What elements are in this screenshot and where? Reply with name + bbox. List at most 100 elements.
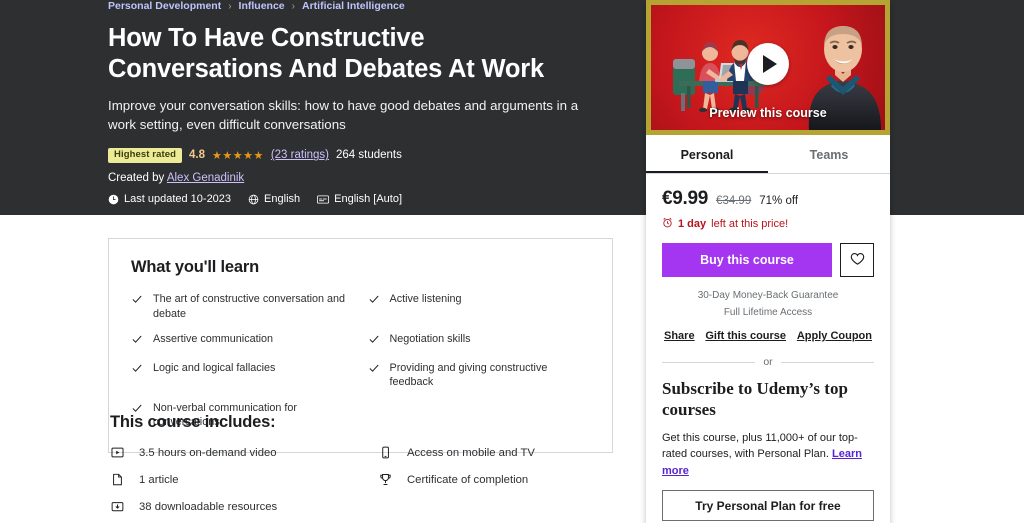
original-price: €34.99: [716, 195, 752, 207]
list-item-label: Active listening: [389, 293, 462, 305]
list-item-label: Certificate of completion: [407, 473, 529, 486]
breadcrumb-separator-icon: ›: [228, 1, 232, 12]
students-count: 264 students: [336, 149, 402, 162]
check-icon: [368, 333, 380, 350]
check-icon: [131, 333, 143, 350]
last-updated-meta: Last updated 10-2023: [108, 193, 231, 205]
tab-personal[interactable]: Personal: [646, 135, 768, 173]
trophy-icon: [378, 473, 392, 486]
list-item-label: Access on mobile and TV: [407, 446, 535, 459]
try-personal-plan-button[interactable]: Try Personal Plan for free: [662, 490, 874, 521]
list-item: 3.5 hours on-demand video: [110, 446, 368, 459]
instructor-link[interactable]: Alex Genadinik: [167, 172, 244, 184]
share-links-row: Share Gift this course Apply Coupon: [662, 330, 874, 342]
breadcrumb: Personal Development › Influence › Artif…: [108, 0, 608, 13]
deadline-rest: left at this price!: [711, 218, 789, 230]
language-meta: English: [248, 193, 300, 205]
course-landing-page: Personal Development › Influence › Artif…: [0, 0, 1024, 523]
closed-caption-icon: [317, 194, 330, 205]
star-rating-icon: ★★★★★: [212, 149, 264, 162]
or-label: or: [763, 356, 773, 368]
subscribe-title: Subscribe to Udemy’s top courses: [662, 379, 848, 420]
rating-row: Highest rated 4.8 ★★★★★ (23 ratings) 264…: [108, 147, 608, 164]
preview-label: Preview this course: [709, 106, 827, 120]
play-button[interactable]: [747, 42, 789, 85]
list-item: Providing and giving constructive feedba…: [368, 361, 591, 390]
breadcrumb-item-2[interactable]: Artificial Intelligence: [302, 0, 405, 13]
hero-content: Personal Development › Influence › Artif…: [108, 0, 608, 205]
lifetime-access: Full Lifetime Access: [723, 307, 813, 318]
gift-this-course-link[interactable]: Gift this course: [705, 330, 786, 342]
deadline-notice: 1 day left at this price!: [662, 217, 874, 231]
alarm-clock-icon: [662, 217, 673, 231]
purchase-sidebar: Preview this course Personal Teams €9.99…: [646, 0, 890, 523]
deadline-strong: 1 day: [678, 218, 707, 230]
course-includes-section: This course includes: 3.5 hours on-deman…: [110, 413, 615, 513]
captions-text: English [Auto]: [334, 193, 402, 206]
subscribe-description-text: Get this course, plus 11,000+ of our top…: [662, 431, 858, 461]
discount-percent: 71% off: [759, 195, 799, 207]
video-icon: [110, 446, 124, 459]
buy-this-course-button[interactable]: Buy this course: [662, 243, 832, 277]
apply-coupon-link[interactable]: Apply Coupon: [797, 330, 872, 342]
share-link[interactable]: Share: [664, 330, 695, 342]
breadcrumb-item-0[interactable]: Personal Development: [108, 0, 221, 13]
breadcrumb-item-1[interactable]: Influence: [239, 0, 285, 13]
list-item-label: Logic and logical fallacies: [153, 361, 276, 374]
created-by-row: Created by Alex Genadinik: [108, 172, 608, 184]
list-item-label: Providing and giving constructive feedba…: [389, 361, 548, 389]
breadcrumb-separator-icon: ›: [291, 1, 295, 12]
list-item-label: 3.5 hours on-demand video: [139, 446, 277, 459]
course-subtitle: Improve your conversation skills: how to…: [108, 98, 579, 133]
cta-row: Buy this course: [662, 243, 874, 277]
list-item: Negotiation skills: [368, 332, 591, 350]
list-item: Access on mobile and TV: [378, 446, 615, 459]
guarantee-block: 30-Day Money-Back Guarantee Full Lifetim…: [662, 287, 874, 321]
check-icon: [368, 293, 380, 310]
list-item-label: Negotiation skills: [389, 333, 471, 346]
list-item-label: The art of constructive conversation and…: [153, 293, 346, 320]
tab-teams[interactable]: Teams: [768, 135, 890, 173]
page-title: How To Have Constructive Conversations A…: [108, 24, 544, 84]
course-includes-list: 3.5 hours on-demand video Access on mobi…: [110, 446, 615, 513]
captions-meta: English [Auto]: [317, 193, 402, 205]
clock-icon: [108, 194, 119, 205]
subscribe-description: Get this course, plus 11,000+ of our top…: [662, 430, 874, 480]
what-you-will-learn-list: The art of constructive conversation and…: [131, 292, 590, 430]
status-badge: Highest rated: [108, 147, 183, 164]
check-icon: [131, 362, 143, 379]
course-preview-thumbnail[interactable]: Preview this course: [646, 0, 890, 135]
current-price: €9.99: [662, 188, 709, 209]
check-icon: [368, 362, 380, 379]
list-item: Certificate of completion: [378, 473, 615, 486]
created-by-label: Created by: [108, 172, 165, 185]
heart-icon: [850, 252, 865, 269]
download-icon: [110, 500, 124, 513]
money-back-guarantee: 30-Day Money-Back Guarantee: [697, 290, 839, 301]
price-row: €9.99 €34.99 71% off: [662, 188, 874, 210]
list-item-label: 1 article: [139, 473, 179, 486]
ratings-count-link[interactable]: (23 ratings): [271, 149, 329, 161]
list-item-label: Assertive communication: [153, 333, 274, 346]
last-updated-text: Last updated 10-2023: [124, 193, 232, 206]
article-icon: [110, 473, 124, 486]
add-to-wishlist-button[interactable]: [840, 243, 874, 277]
list-item: 38 downloadable resources: [110, 500, 368, 513]
or-divider: or: [662, 356, 874, 368]
list-item: Active listening: [368, 292, 591, 321]
course-meta-row: Last updated 10-2023 English English [Au…: [108, 193, 608, 205]
check-icon: [131, 293, 143, 310]
plan-tabs: Personal Teams: [646, 135, 890, 174]
list-item: Assertive communication: [131, 332, 354, 350]
list-item: Logic and logical fallacies: [131, 361, 354, 390]
language-text: English: [264, 193, 301, 206]
purchase-panel: €9.99 €34.99 71% off 1 day left at this …: [646, 174, 890, 523]
course-includes-title: This course includes:: [110, 413, 276, 431]
play-icon: [763, 54, 777, 73]
globe-icon: [248, 194, 259, 205]
list-item: 1 article: [110, 473, 368, 486]
rating-value: 4.8: [189, 149, 206, 162]
list-item: The art of constructive conversation and…: [131, 292, 354, 321]
list-item-label: 38 downloadable resources: [139, 500, 278, 513]
what-you-will-learn-title: What you'll learn: [131, 258, 259, 276]
